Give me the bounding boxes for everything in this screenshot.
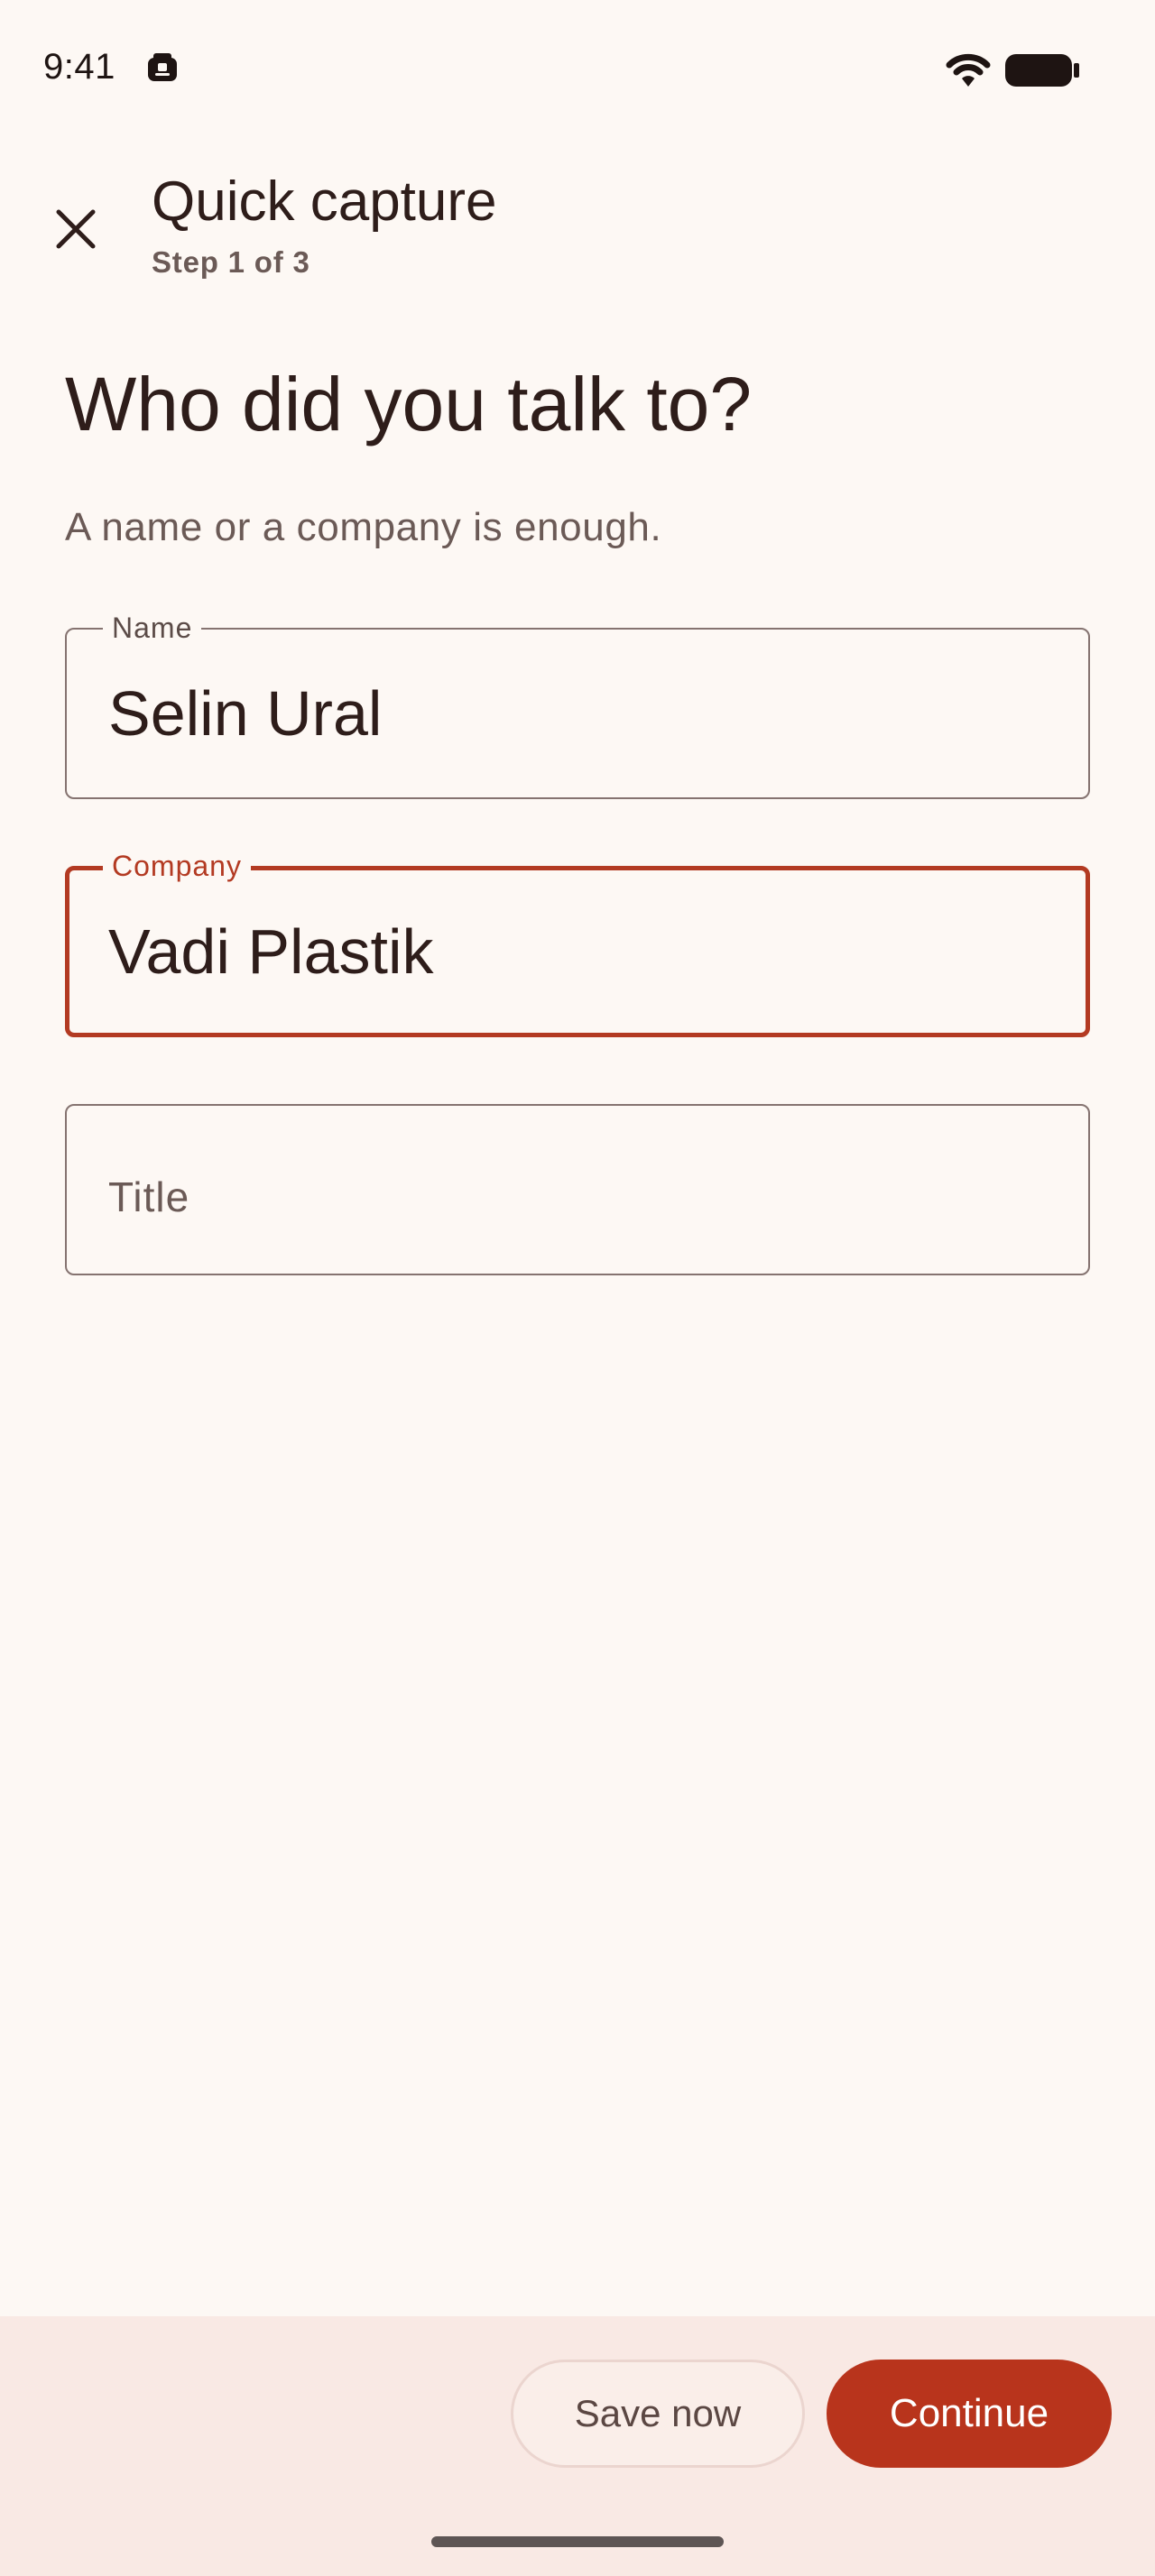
battery-icon [1005,54,1079,87]
step-indicator: Step 1 of 3 [152,245,310,279]
name-input[interactable] [108,630,1047,797]
home-indicator[interactable] [431,2536,724,2547]
app-bar-title: Quick capture [152,170,497,233]
company-input[interactable] [108,870,1047,1033]
close-icon [56,209,96,249]
title-field[interactable] [65,1104,1090,1275]
save-now-button[interactable]: Save now [511,2360,805,2468]
page-headline: Who did you talk to? [65,362,753,446]
title-input[interactable] [108,1106,1047,1274]
bottom-action-bar: Save now Continue [0,2316,1155,2576]
close-button[interactable] [32,186,119,272]
name-field[interactable]: Name [65,612,1090,799]
status-bar: 9:41 [0,0,1155,135]
company-field[interactable]: Company [65,850,1090,1037]
continue-button[interactable]: Continue [827,2360,1112,2468]
quick-capture-screen: 9:41 Quick capture Step 1 of 3 Who did y… [0,0,1155,2576]
app-notification-icon [148,53,177,81]
helper-text: A name or a company is enough. [65,505,662,549]
status-time: 9:41 [43,47,116,87]
wifi-icon [946,53,991,87]
